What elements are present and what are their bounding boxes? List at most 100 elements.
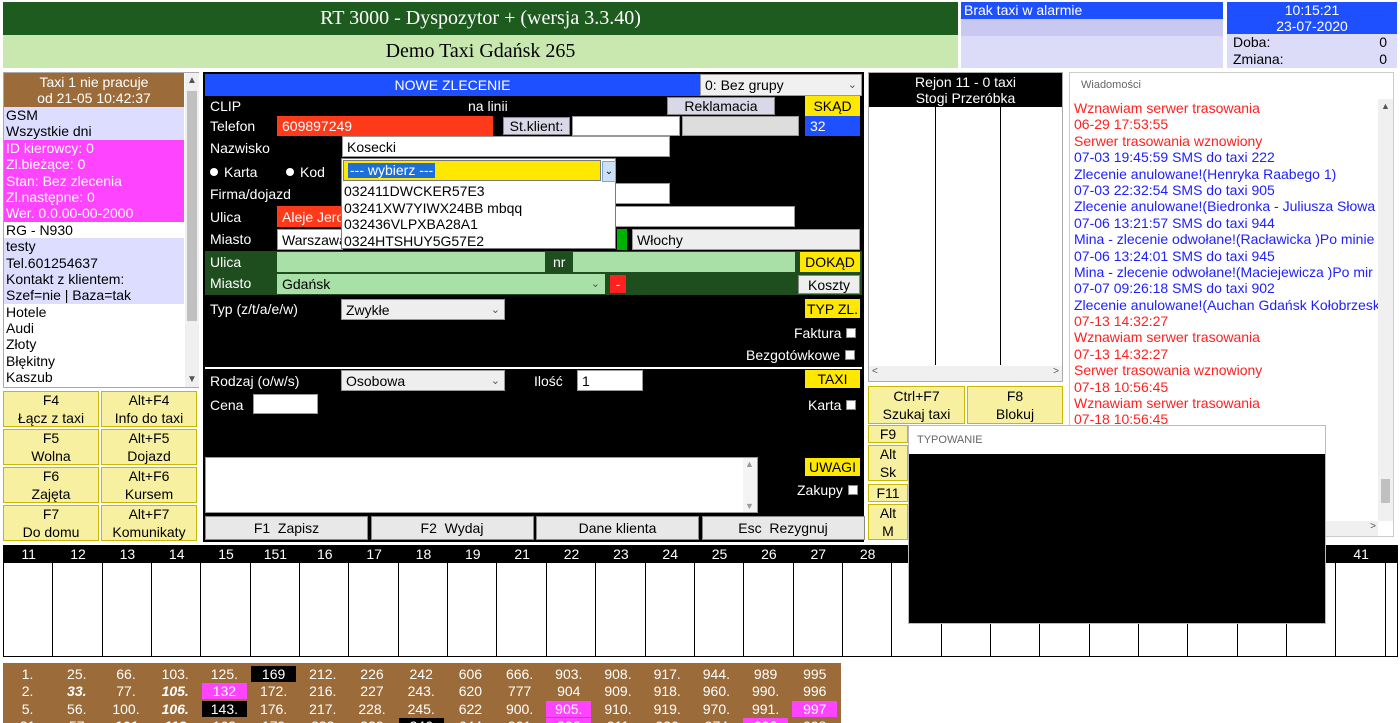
zone-cell[interactable] xyxy=(596,563,646,656)
taxi-number[interactable]: 989 xyxy=(743,666,788,682)
fkey-right-5[interactable]: Alt M xyxy=(868,504,908,540)
fkey-f4[interactable]: F4 Łącz z taxi xyxy=(3,391,99,427)
zone-cell[interactable] xyxy=(103,563,153,656)
fkey-f7[interactable]: F7 Do domu xyxy=(3,505,99,541)
taxi-number[interactable]: 606 xyxy=(448,666,493,682)
taxi-number[interactable]: 25. xyxy=(54,666,99,682)
zone-cell[interactable] xyxy=(744,563,794,656)
taxi-number[interactable]: 998 xyxy=(792,718,837,723)
zone-cell[interactable] xyxy=(251,563,301,656)
taxi-number[interactable]: 777 xyxy=(497,683,542,699)
region-scrollbar[interactable]: < > xyxy=(869,366,1062,381)
taxi-number[interactable]: 970. xyxy=(694,701,739,717)
taxi-number[interactable]: 974 xyxy=(694,718,739,723)
code-option[interactable]: 0324HTSHUY5G57E2 xyxy=(344,233,614,250)
taxi-number[interactable]: 132 xyxy=(201,683,247,700)
taxi-number[interactable]: 904 xyxy=(546,683,591,699)
zone-cell[interactable] xyxy=(152,563,202,656)
taxi-number[interactable]: 908. xyxy=(595,666,640,682)
taxi-number[interactable]: 997 xyxy=(792,700,838,717)
taxi-number[interactable]: 666. xyxy=(497,666,542,682)
taxi-number[interactable]: 992 xyxy=(743,717,789,723)
taxi-number[interactable]: 56. xyxy=(54,701,99,717)
zone-cell[interactable] xyxy=(53,563,103,656)
to-nr-input[interactable] xyxy=(573,252,795,272)
taxi-number[interactable]: 212. xyxy=(300,666,345,682)
ulica-input[interactable]: Aleje Jero xyxy=(277,206,343,227)
driver-scrollbar[interactable]: ▲ ▼ xyxy=(185,73,199,387)
ilosc-input[interactable]: 1 xyxy=(577,370,643,391)
taxi-number[interactable]: 995 xyxy=(792,666,837,682)
taxi-number[interactable]: 2. xyxy=(5,683,50,699)
messages-scrollbar-v[interactable]: ▲ xyxy=(1378,99,1393,521)
taxi-number[interactable]: 911 xyxy=(595,718,640,723)
ulica-extra-input[interactable] xyxy=(615,206,795,227)
taxi-number[interactable]: 906 xyxy=(546,717,592,723)
action-button-3[interactable]: Esc Rezygnuj xyxy=(701,516,865,540)
taxi-number[interactable]: 944. xyxy=(694,666,739,682)
zone-cell[interactable] xyxy=(695,563,745,656)
zone-cell[interactable] xyxy=(547,563,597,656)
taxi-number[interactable]: 118 xyxy=(153,718,198,723)
taxi-number[interactable]: 216. xyxy=(300,683,345,699)
fkey-right-4[interactable]: F11 xyxy=(868,484,908,502)
taxi-number[interactable]: 77. xyxy=(103,683,148,699)
taxi-number[interactable]: 163 xyxy=(202,718,247,723)
reklamacja-button[interactable]: Reklamacia xyxy=(667,97,775,115)
rodzaj-select[interactable]: Osobowa ⌄ xyxy=(341,370,505,391)
firma-input[interactable] xyxy=(615,183,670,204)
to-miasto-select[interactable]: Gdańsk ⌄ xyxy=(277,274,605,294)
zone-cell[interactable] xyxy=(498,563,547,656)
to-minus-button[interactable]: - xyxy=(610,275,626,293)
district-input[interactable]: Włochy xyxy=(632,229,860,250)
taxi-number[interactable]: 217. xyxy=(300,701,345,717)
taxi-number[interactable]: 227 xyxy=(349,683,394,699)
phone-input[interactable]: 609897249 xyxy=(277,116,493,136)
taxi-number[interactable]: 622 xyxy=(448,701,493,717)
taxi-number[interactable]: 101 xyxy=(103,718,148,723)
kod-radio[interactable]: Kod xyxy=(286,164,325,180)
cena-input[interactable] xyxy=(253,394,318,414)
taxi-number[interactable]: 169 xyxy=(251,666,297,682)
taxi-number[interactable]: 100. xyxy=(103,701,148,717)
stklient-button[interactable]: St.klient: xyxy=(503,117,570,135)
fkey-f5[interactable]: F5 Wolna xyxy=(3,429,99,465)
faktura-checkbox[interactable]: Faktura xyxy=(794,325,857,341)
taxi-number[interactable]: 57 xyxy=(54,718,99,723)
uwagi-textarea[interactable]: ▲ ▼ xyxy=(205,457,758,513)
fkey-alt-f7[interactable]: Alt+F7 Komunikaty xyxy=(101,505,197,541)
taxi-number[interactable]: 245. xyxy=(399,701,444,717)
taxi-number[interactable]: 910. xyxy=(595,701,640,717)
taxi-number[interactable]: 103. xyxy=(153,666,198,682)
karta-radio[interactable]: Karta xyxy=(210,164,257,180)
to-ulica-input[interactable] xyxy=(277,252,545,272)
code-dropdown-arrow[interactable]: ⌄ xyxy=(602,161,616,182)
taxi-number[interactable]: 919. xyxy=(645,701,690,717)
taxi-number[interactable]: 918. xyxy=(645,683,690,699)
taxi-number[interactable]: 905. xyxy=(546,700,592,717)
taxi-number[interactable]: 176. xyxy=(251,701,296,717)
fkey-f6[interactable]: F6 Zajęta xyxy=(3,467,99,503)
taxi-number[interactable]: 222 xyxy=(300,718,345,723)
zone-cell[interactable] xyxy=(1336,563,1386,656)
taxi-number[interactable]: 990. xyxy=(743,683,788,699)
typowanie-window[interactable]: TYPOWANIE xyxy=(908,425,1326,624)
taxi-number[interactable]: 172. xyxy=(251,683,296,699)
taxi-number[interactable]: 644 xyxy=(448,718,493,723)
taxi-number[interactable]: 105. xyxy=(153,683,198,699)
zakupy-checkbox[interactable]: Zakupy xyxy=(797,482,858,498)
stklient-field-2[interactable] xyxy=(682,116,799,136)
taxi-number[interactable]: 5. xyxy=(5,701,50,717)
group-select[interactable]: 0: Bez grupy ⌄ xyxy=(700,74,862,96)
taxi-number[interactable]: 66. xyxy=(103,666,148,682)
code-dropdown[interactable]: --- wybierz --- ⌄ 032411DWCKER57E3 03241X… xyxy=(341,158,616,249)
taxi-number[interactable]: 143. xyxy=(201,700,247,717)
action-button-1[interactable]: F2 Wydaj xyxy=(370,516,534,540)
typ-select[interactable]: Zwykłe ⌄ xyxy=(341,299,505,320)
fkey-right-2[interactable]: F9 xyxy=(868,425,908,443)
action-button-2[interactable]: Dane klienta xyxy=(536,516,699,540)
zone-cell[interactable] xyxy=(4,563,54,656)
zone-cell[interactable] xyxy=(349,563,399,656)
taxi-number[interactable]: 242 xyxy=(399,666,444,682)
taxi-number[interactable]: 106. xyxy=(153,701,198,717)
